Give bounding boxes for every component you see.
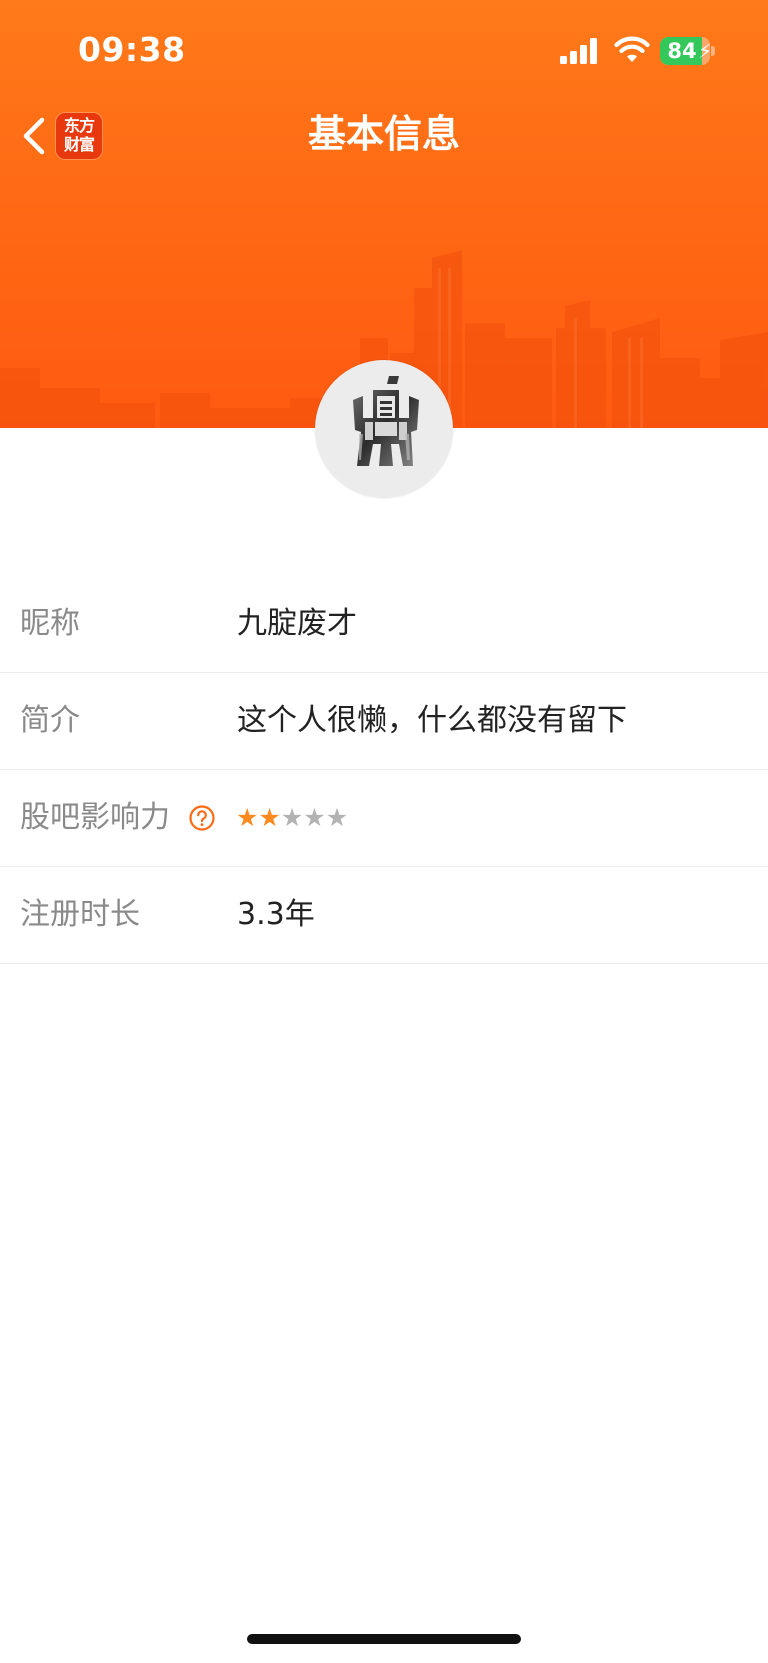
question-circle-icon[interactable]	[189, 805, 215, 831]
charging-bolt-icon: ⚡	[698, 39, 710, 63]
nickname-label: 昵称	[20, 606, 80, 641]
bio-row[interactable]: 简介 这个人很懒，什么都没有留下	[0, 673, 768, 770]
influence-rating: ★★★★★	[236, 770, 348, 866]
avatar[interactable]	[315, 360, 453, 498]
bio-value: 这个人很懒，什么都没有留下	[237, 703, 627, 738]
nickname-row[interactable]: 昵称 九腚废才	[0, 576, 768, 673]
status-bar: 09:38 84 ⚡	[0, 0, 768, 100]
influence-row: 股吧影响力 ★★★★★	[0, 770, 768, 867]
star-empty-icon: ★	[325, 803, 349, 832]
influence-label: 股吧影响力	[20, 800, 170, 835]
home-indicator	[247, 1634, 521, 1644]
profile-info-page: 09:38 84 ⚡ 东方 财富 基本信息 昵称 九腚废才 简介 这个人很懒，什…	[0, 0, 768, 1663]
battery-body: 84 ⚡	[660, 37, 710, 65]
profile-info-list: 昵称 九腚废才 简介 这个人很懒，什么都没有留下 股吧影响力 ★★★★★ 注册时…	[0, 576, 768, 964]
wifi-icon	[614, 36, 650, 62]
star-empty-icon: ★	[303, 803, 326, 832]
ding-logo-avatar	[353, 376, 419, 466]
registration-duration-row[interactable]: 注册时长 3.3年	[0, 867, 768, 964]
registration-duration-label: 注册时长	[20, 897, 140, 932]
battery-charging-icon: 84 ⚡	[660, 37, 716, 65]
signal-icon	[560, 38, 597, 64]
star-filled-icon: ★	[236, 803, 259, 832]
battery-level-text: 84	[667, 39, 697, 63]
star-filled-icon: ★	[258, 803, 281, 832]
registration-duration-value: 3.3年	[237, 897, 315, 932]
bio-label: 简介	[20, 703, 80, 738]
page-title: 基本信息	[307, 112, 460, 156]
status-time: 09:38	[78, 30, 186, 69]
star-empty-icon: ★	[280, 803, 304, 832]
battery-cap	[711, 46, 715, 56]
nickname-value: 九腚废才	[237, 606, 357, 641]
